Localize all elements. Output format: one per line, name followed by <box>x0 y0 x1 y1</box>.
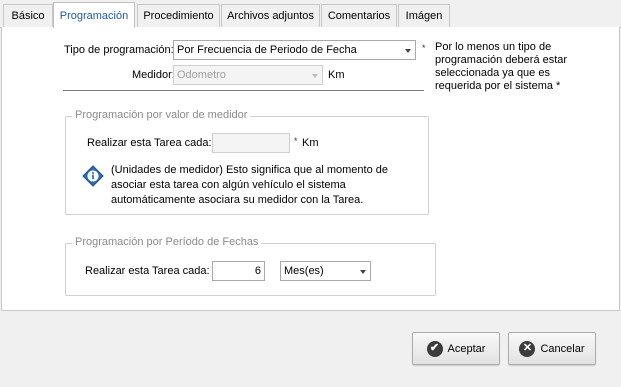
group-date-title: Programación por Período de Fechas <box>72 236 262 248</box>
tab-label: Procedimiento <box>143 10 214 22</box>
required-note: Por lo menos un tipo de programación deb… <box>435 41 568 92</box>
tab-archivos-adjuntos[interactable]: Archivos adjuntos <box>221 4 320 27</box>
medidor-label: Medidor: <box>132 69 175 81</box>
tab-procedimiento[interactable]: Procedimiento <box>137 4 220 27</box>
medidor-value: Odometro <box>177 69 226 81</box>
tab-label: Archivos adjuntos <box>227 10 314 22</box>
accept-button[interactable]: ✔ Aceptar <box>412 332 500 365</box>
checkmark-icon: ✔ <box>426 340 443 357</box>
meter-task-input[interactable] <box>212 133 290 153</box>
period-value: Mes(es) <box>284 265 324 277</box>
group-meter-title: Programación por valor de medidor <box>72 109 251 121</box>
required-asterisk: * <box>422 43 426 53</box>
date-task-input[interactable]: 6 <box>212 261 265 281</box>
divider <box>63 90 424 91</box>
tipo-programacion-select[interactable]: Por Frecuencia de Periodo de Fecha <box>173 40 416 60</box>
tab-panel-programacion: Tipo de programación: Por Frecuencia de … <box>1 27 620 311</box>
tab-basico[interactable]: Básico <box>3 4 53 27</box>
chevron-down-icon <box>360 270 366 274</box>
required-asterisk: * <box>294 136 298 146</box>
tipo-programacion-label: Tipo de programación: <box>64 44 174 56</box>
tab-imagen[interactable]: Imágen <box>398 4 450 27</box>
group-meter: Programación por valor de medidor Realiz… <box>65 109 429 215</box>
info-icon <box>82 165 104 187</box>
medidor-select[interactable]: Odometro <box>173 65 323 85</box>
meter-info-text: (Unidades de medidor) Esto significa que… <box>111 164 388 206</box>
meter-task-label: Realizar esta Tarea cada: <box>87 137 212 149</box>
chevron-down-icon <box>405 49 411 53</box>
tab-programacion[interactable]: Programación <box>53 2 135 28</box>
tab-label: Comentarios <box>327 10 391 22</box>
tab-comentarios[interactable]: Comentarios <box>321 4 397 27</box>
cancel-label: Cancelar <box>540 342 585 355</box>
meter-unit: Km <box>302 137 319 149</box>
group-date: Programación por Período de Fechas Reali… <box>65 236 436 296</box>
tipo-programacion-value: Por Frecuencia de Periodo de Fecha <box>177 44 357 56</box>
close-icon: ✕ <box>519 340 536 357</box>
cancel-button[interactable]: ✕ Cancelar <box>508 332 596 365</box>
tab-label: Programación <box>59 9 129 22</box>
tab-label: Imágen <box>405 10 443 22</box>
accept-label: Aceptar <box>447 342 486 355</box>
date-task-label: Realizar esta Tarea cada: <box>85 265 210 277</box>
chevron-down-icon <box>312 74 318 78</box>
medidor-unit: Km <box>328 69 345 81</box>
period-select[interactable]: Mes(es) <box>280 261 371 281</box>
tab-label: Básico <box>11 10 45 22</box>
